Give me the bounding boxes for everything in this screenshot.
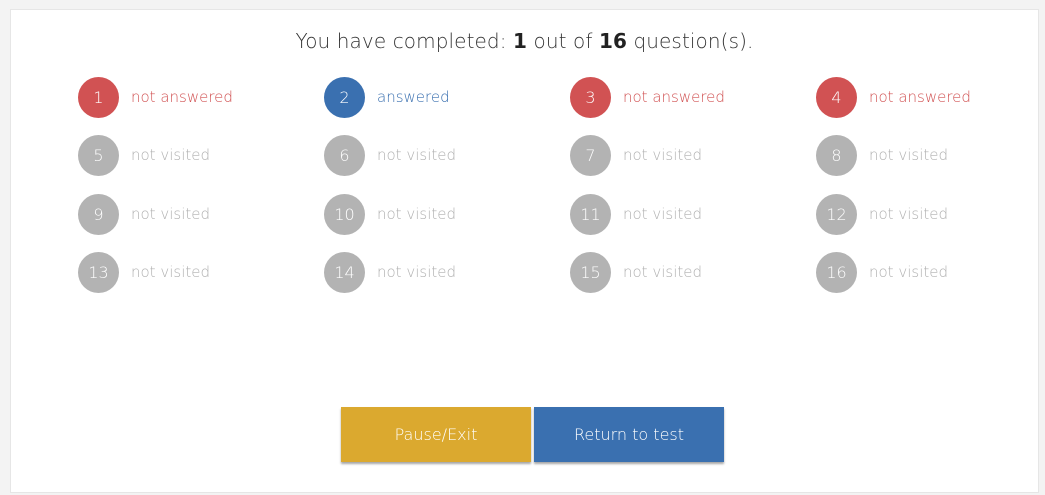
question-number-badge[interactable]: 9 [78,193,119,235]
question-item-12[interactable]: 12 not visited [816,193,948,235]
question-status-label: not answered [131,88,233,106]
question-item-14[interactable]: 14 not visited [324,251,456,293]
summary-middle: out of [527,29,599,53]
question-item-15[interactable]: 15 not visited [570,251,702,293]
pause-exit-button[interactable]: Pause/Exit [341,407,531,462]
question-status-label: not answered [623,88,725,106]
question-number-badge[interactable]: 3 [570,76,611,118]
question-item-8[interactable]: 8 not visited [816,134,948,176]
question-number-badge[interactable]: 1 [78,76,119,118]
test-summary-panel: You have completed: 1 out of 16 question… [10,9,1039,493]
question-status-label: not visited [131,205,210,223]
question-status-label: not visited [377,146,456,164]
summary-prefix: You have completed: [295,29,514,53]
question-number-badge[interactable]: 10 [324,193,365,235]
return-to-test-button[interactable]: Return to test [534,407,724,462]
question-status-label: answered [377,88,450,106]
question-item-5[interactable]: 5 not visited [78,134,210,176]
question-item-1[interactable]: 1 not answered [78,76,233,118]
question-status-label: not visited [131,263,210,281]
question-number-badge[interactable]: 15 [570,251,611,293]
question-number-badge[interactable]: 6 [324,134,365,176]
question-number-badge[interactable]: 14 [324,251,365,293]
question-item-13[interactable]: 13 not visited [78,251,210,293]
question-number-badge[interactable]: 5 [78,134,119,176]
question-item-7[interactable]: 7 not visited [570,134,702,176]
question-status-label: not visited [623,205,702,223]
completion-summary: You have completed: 1 out of 16 question… [11,29,1038,53]
question-number-badge[interactable]: 2 [324,76,365,118]
question-number-badge[interactable]: 16 [816,251,857,293]
question-status-label: not visited [623,146,702,164]
question-item-6[interactable]: 6 not visited [324,134,456,176]
question-number-badge[interactable]: 13 [78,251,119,293]
question-item-2[interactable]: 2 answered [324,76,450,118]
question-item-10[interactable]: 10 not visited [324,193,456,235]
question-status-label: not visited [869,146,948,164]
question-status-label: not visited [377,205,456,223]
question-status-label: not visited [131,146,210,164]
question-status-label: not visited [869,263,948,281]
completed-count: 1 [513,29,528,53]
summary-suffix: question(s). [627,29,754,53]
question-item-16[interactable]: 16 not visited [816,251,948,293]
question-item-3[interactable]: 3 not answered [570,76,725,118]
question-status-label: not answered [869,88,971,106]
question-status-label: not visited [869,205,948,223]
question-status-label: not visited [377,263,456,281]
total-count: 16 [598,29,627,53]
question-number-badge[interactable]: 8 [816,134,857,176]
question-item-11[interactable]: 11 not visited [570,193,702,235]
question-item-4[interactable]: 4 not answered [816,76,971,118]
question-number-badge[interactable]: 12 [816,193,857,235]
question-number-badge[interactable]: 4 [816,76,857,118]
question-item-9[interactable]: 9 not visited [78,193,210,235]
question-number-badge[interactable]: 11 [570,193,611,235]
question-status-label: not visited [623,263,702,281]
question-number-badge[interactable]: 7 [570,134,611,176]
